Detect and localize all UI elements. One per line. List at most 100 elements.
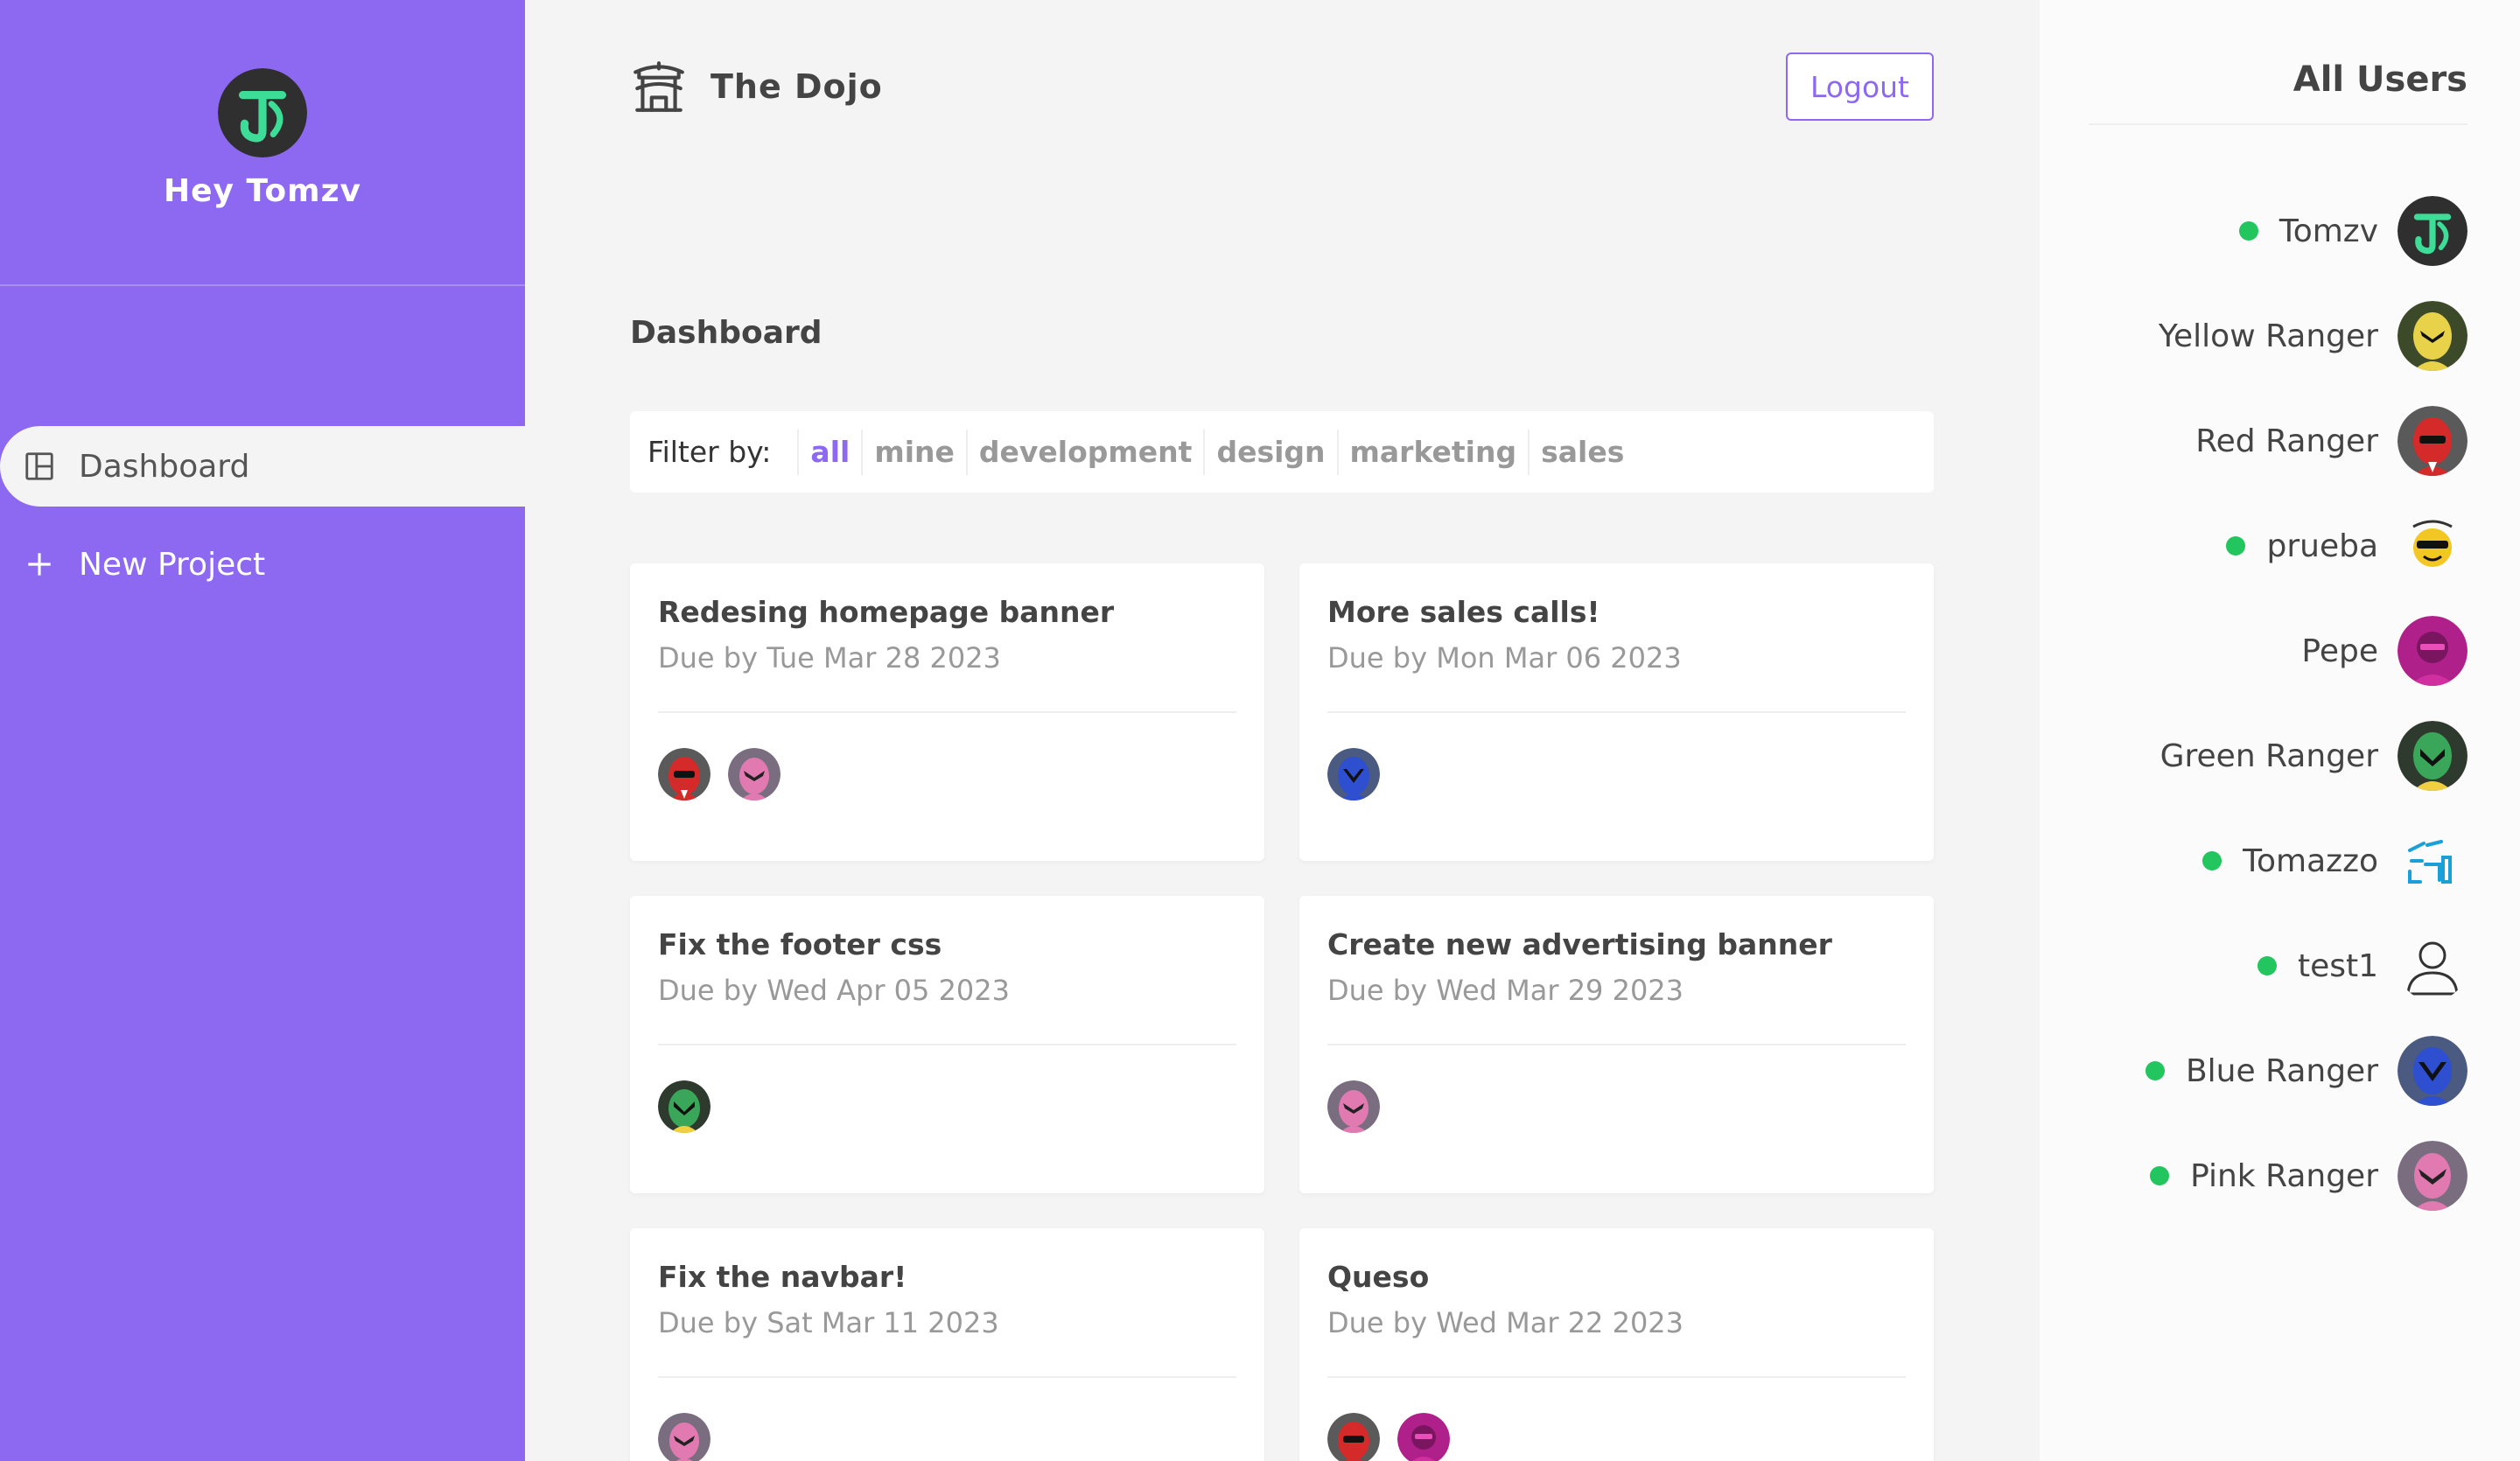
user-list-item: Red Ranger bbox=[2056, 406, 2468, 476]
tomzv-avatar bbox=[2398, 196, 2468, 266]
page-title: Dashboard bbox=[630, 315, 822, 351]
user-list-item: Tomazzo bbox=[2056, 826, 2468, 896]
project-due-date: Due by Wed Mar 29 2023 bbox=[1327, 974, 1684, 1007]
user-list-item: Pink Ranger bbox=[2056, 1141, 2468, 1211]
project-title: Create new advertising banner bbox=[1327, 927, 1832, 961]
user-name: Pink Ranger bbox=[2190, 1157, 2378, 1194]
filter-sales[interactable]: sales bbox=[1528, 429, 1635, 475]
divider bbox=[1327, 1044, 1906, 1045]
prueba-avatar bbox=[2398, 511, 2468, 581]
top-navbar: The Dojo Logout bbox=[630, 52, 1934, 121]
user-name: test1 bbox=[2297, 947, 2378, 984]
blue-ranger-avatar bbox=[2398, 1036, 2468, 1106]
divider bbox=[658, 1376, 1236, 1378]
user-name: Green Ranger bbox=[2160, 737, 2378, 774]
sidebar-nav: Dashboard New Project bbox=[0, 426, 525, 605]
default-user-icon bbox=[2398, 931, 2468, 1001]
project-title: Fix the footer css bbox=[658, 927, 942, 961]
online-indicator bbox=[2202, 851, 2222, 870]
logout-button[interactable]: Logout bbox=[1786, 52, 1934, 121]
user-list-item: Blue Ranger bbox=[2056, 1036, 2468, 1106]
sidebar-user: Hey Tomzv bbox=[0, 0, 525, 286]
project-card[interactable]: Fix the navbar! Due by Sat Mar 11 2023 bbox=[630, 1228, 1264, 1461]
brand[interactable]: The Dojo bbox=[630, 58, 883, 115]
user-list-item: Green Ranger bbox=[2056, 721, 2468, 791]
user-list-item: prueba bbox=[2056, 511, 2468, 581]
users-panel: All Users Tomzv Yellow Ranger Red Ranger… bbox=[2040, 0, 2520, 1461]
project-card[interactable]: Fix the footer css Due by Wed Apr 05 202… bbox=[630, 896, 1264, 1193]
project-due-date: Due by Wed Apr 05 2023 bbox=[658, 974, 1010, 1007]
online-indicator bbox=[2226, 536, 2246, 556]
sidebar-item-label: Dashboard bbox=[79, 448, 250, 485]
project-card[interactable]: Queso Due by Wed Mar 22 2023 bbox=[1299, 1228, 1934, 1461]
online-indicator bbox=[2238, 221, 2258, 241]
user-list-item: Yellow Ranger bbox=[2056, 301, 2468, 371]
user-name: prueba bbox=[2266, 528, 2378, 564]
assigned-users bbox=[658, 1413, 1236, 1461]
project-title: Redesing homepage banner bbox=[658, 595, 1115, 629]
divider bbox=[2089, 123, 2468, 125]
user-name: Yellow Ranger bbox=[2158, 318, 2378, 354]
divider bbox=[658, 1044, 1236, 1045]
filter-mine[interactable]: mine bbox=[861, 429, 966, 475]
project-title: Fix the navbar! bbox=[658, 1260, 907, 1294]
user-name: Pepe bbox=[2301, 633, 2378, 669]
divider bbox=[1327, 711, 1906, 713]
user-name: Tomazzo bbox=[2243, 842, 2378, 879]
user-list: Tomzv Yellow Ranger Red Ranger prueba Pe… bbox=[2056, 196, 2468, 1246]
yellow-ranger-avatar bbox=[2398, 301, 2468, 371]
project-filter: Filter by: all mine development design m… bbox=[630, 411, 1934, 493]
assigned-users bbox=[1327, 748, 1906, 800]
project-card[interactable]: Create new advertising banner Due by Wed… bbox=[1299, 896, 1934, 1193]
filter-development[interactable]: development bbox=[965, 429, 1204, 475]
online-indicator bbox=[2150, 1166, 2170, 1185]
pepe-avatar bbox=[2398, 616, 2468, 686]
red-ranger-avatar bbox=[1327, 1413, 1380, 1461]
user-name: Blue Ranger bbox=[2185, 1052, 2378, 1089]
sidebar: Hey Tomzv Dashboard New Project bbox=[0, 0, 525, 1461]
sidebar-item-new-project[interactable]: New Project bbox=[0, 524, 525, 605]
filter-label: Filter by: bbox=[648, 435, 772, 469]
sidebar-item-dashboard[interactable]: Dashboard bbox=[0, 426, 525, 507]
project-title: More sales calls! bbox=[1327, 595, 1600, 629]
project-due-date: Due by Mon Mar 06 2023 bbox=[1327, 641, 1682, 675]
project-due-date: Due by Sat Mar 11 2023 bbox=[658, 1306, 999, 1339]
filter-design[interactable]: design bbox=[1203, 429, 1336, 475]
project-list: Redesing homepage banner Due by Tue Mar … bbox=[630, 563, 1934, 1461]
dashboard-icon bbox=[23, 450, 56, 483]
online-indicator bbox=[2145, 1061, 2165, 1080]
assigned-users bbox=[1327, 1413, 1906, 1461]
assigned-users bbox=[658, 748, 1236, 800]
divider bbox=[658, 711, 1236, 713]
green-ranger-avatar bbox=[658, 1080, 710, 1133]
user-name: Tomzv bbox=[2278, 213, 2378, 249]
divider bbox=[1327, 1376, 1906, 1378]
filter-marketing[interactable]: marketing bbox=[1336, 429, 1529, 475]
assigned-users bbox=[658, 1080, 1236, 1133]
red-ranger-avatar bbox=[658, 748, 710, 800]
pepe-avatar bbox=[1397, 1413, 1450, 1461]
temple-icon bbox=[630, 58, 688, 115]
pink-ranger-avatar bbox=[2398, 1141, 2468, 1211]
tomazzo-avatar bbox=[2398, 826, 2468, 896]
filter-all[interactable]: all bbox=[797, 429, 861, 475]
user-list-item: Pepe bbox=[2056, 616, 2468, 686]
user-name: Red Ranger bbox=[2195, 423, 2378, 459]
assigned-users bbox=[1327, 1080, 1906, 1133]
brand-title: The Dojo bbox=[710, 67, 883, 106]
greeting: Hey Tomzv bbox=[164, 173, 361, 209]
pink-ranger-avatar bbox=[658, 1413, 710, 1461]
red-ranger-avatar bbox=[2398, 406, 2468, 476]
pink-ranger-avatar bbox=[728, 748, 780, 800]
user-avatar bbox=[218, 68, 307, 157]
green-ranger-avatar bbox=[2398, 721, 2468, 791]
project-card[interactable]: More sales calls! Due by Mon Mar 06 2023 bbox=[1299, 563, 1934, 861]
project-card[interactable]: Redesing homepage banner Due by Tue Mar … bbox=[630, 563, 1264, 861]
project-title: Queso bbox=[1327, 1260, 1430, 1294]
main-content: The Dojo Logout Dashboard Filter by: all… bbox=[525, 0, 2040, 1461]
online-indicator bbox=[2257, 956, 2277, 975]
sidebar-item-label: New Project bbox=[79, 546, 266, 583]
user-list-item: test1 bbox=[2056, 931, 2468, 1001]
project-due-date: Due by Wed Mar 22 2023 bbox=[1327, 1306, 1684, 1339]
user-list-item: Tomzv bbox=[2056, 196, 2468, 266]
